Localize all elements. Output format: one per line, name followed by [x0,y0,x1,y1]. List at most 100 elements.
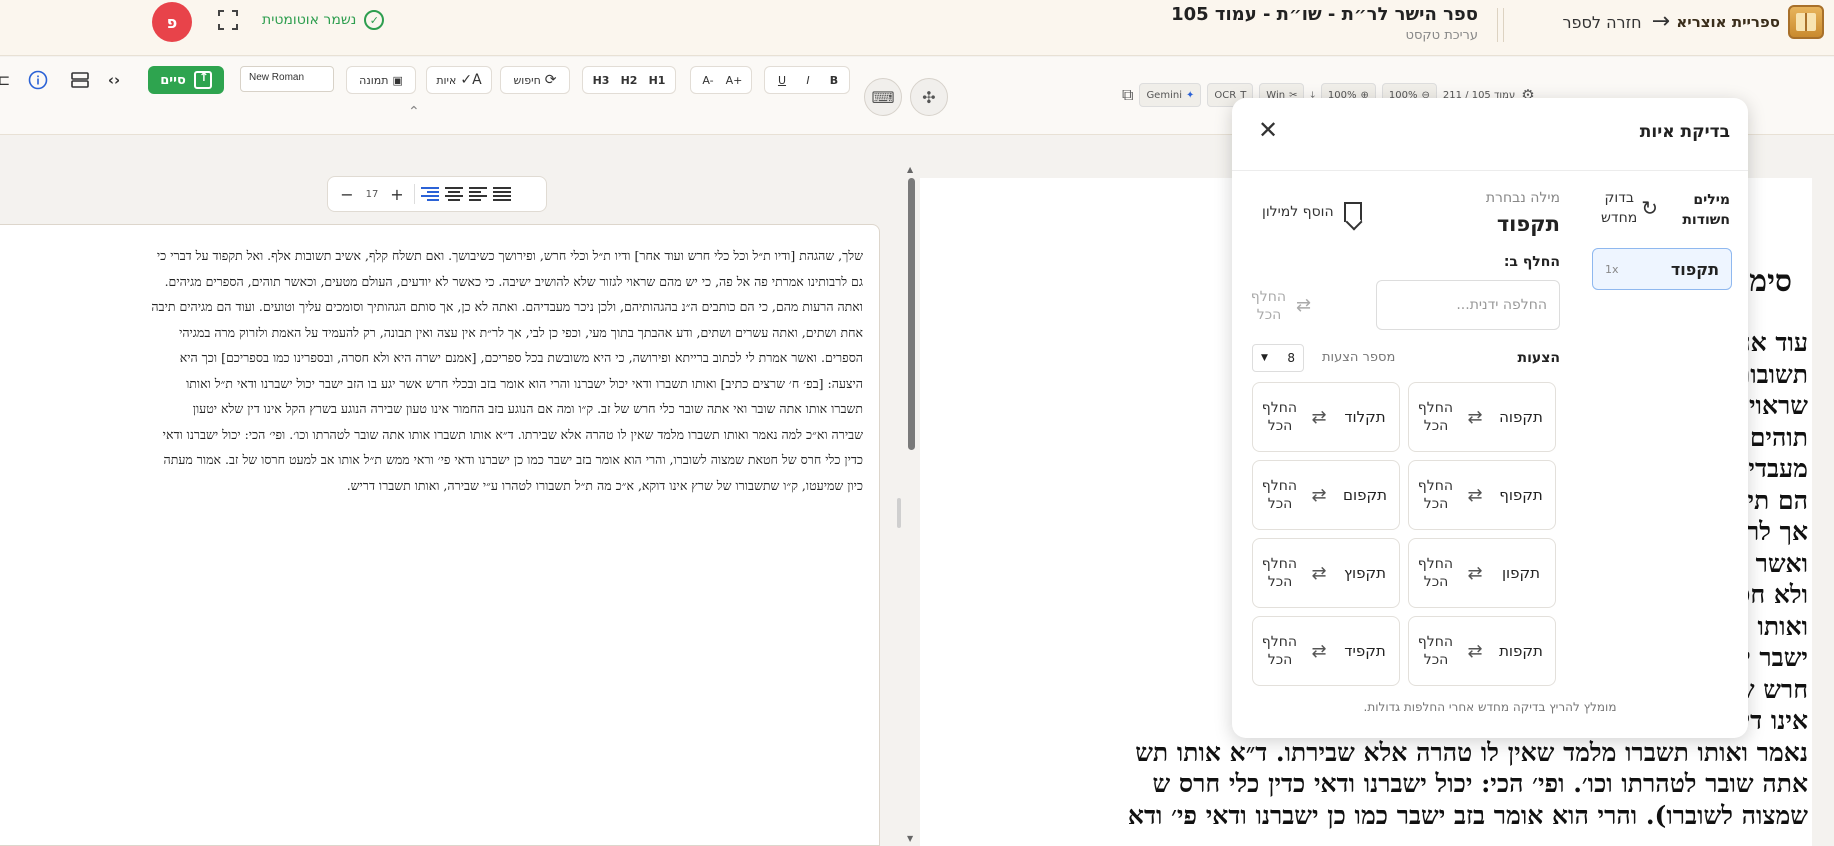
editor-line: כיון שמיעטו, ק״ו שתשבורו של שרץ אינו דוק… [346,477,863,493]
suggestion-word[interactable]: תקפום [1341,486,1389,504]
underline-button[interactable]: U [771,69,793,91]
swap-icon: ⇄ [1467,484,1483,506]
editor-content[interactable]: שלך, שהגהת [ודיו ת״ל וכל כלי חרש ועוד אח… [0,225,879,498]
h2-button[interactable]: H2 [617,69,641,91]
replace-all-button[interactable]: החלף הכל [1418,399,1453,435]
spellcheck-panel: בדיקת איות ✕ מילים חשודות ↻ בדוק מחדש תק… [1232,98,1748,738]
bookmark-add-icon [1343,202,1362,222]
collapse-toolbar-icon[interactable]: ⌃ [408,104,420,120]
editor-line: שבירה וא״כ למה נאמר ואותו תשברו מלמד שאי… [162,426,863,442]
manual-replace-all-button[interactable]: ⇄ החלף הכל [1251,288,1311,324]
heading-group: H3 H2 H1 [582,66,676,94]
suggestion-word[interactable]: תקפוה [1497,408,1545,426]
replace-all-button[interactable]: החלף הכל [1262,399,1297,435]
paragraph-format-bar: − 17 + [327,176,547,212]
panel-title: בדיקת איות [1639,122,1730,142]
replace-all-button[interactable]: החלף הכל [1418,633,1453,669]
ocr-label: OCR [1214,89,1237,101]
recheck-button[interactable]: ↻ בדוק מחדש [1601,188,1658,228]
scrollbar-thumb[interactable] [908,178,915,450]
back-to-book-label: חזרה לספר [1562,12,1642,32]
text-editor[interactable]: שלך, שהגהת [ודיו ת״ל וכל כלי חרש ועוד אח… [0,224,880,846]
text-style-group: U I B [764,66,850,94]
suggestion-card[interactable]: תקפום ⇄ החלף הכל [1252,460,1400,530]
gemini-label: Gemini [1146,89,1182,101]
autosave-label: נשמר אוטומטית [262,12,357,28]
font-increase-button[interactable]: A+ [723,69,745,91]
suggestion-card[interactable]: תקפיד ⇄ החלף הכל [1252,616,1400,686]
replace-all-button[interactable]: החלף הכל [1418,555,1453,591]
search-button[interactable]: ⟳ חיפוש [500,66,570,94]
brand[interactable]: ספריית אוצריא [1676,4,1824,40]
upload-icon [193,70,212,89]
gemini-button[interactable]: Gemini ✦ [1139,83,1202,107]
done-label: סיים [160,72,186,88]
suspicious-word-item[interactable]: תקפוד 1x [1592,248,1732,290]
image-button[interactable]: ▣ תמונה [346,66,416,94]
replace-all-button[interactable]: החלף הכל [1262,477,1297,513]
spellcheck-button[interactable]: A✓ איות [426,66,492,94]
autosave-status: ✓ נשמר אוטומטית [262,10,385,30]
keyboard-button[interactable]: ⌨ [864,78,902,116]
add-to-dictionary-button[interactable]: הוסף למילון [1262,202,1362,222]
suggestion-card[interactable]: תקפוף ⇄ החלף הכל [1408,460,1556,530]
layout-icon[interactable] [68,66,92,94]
scroll-up-icon[interactable]: ▲ [907,165,913,174]
manual-replace-input[interactable]: החלפה ידנית... [1376,280,1560,330]
suggestion-word[interactable]: תקפון [1497,564,1545,582]
suggestion-word[interactable]: תקפיד [1341,642,1389,660]
font-decrease-button[interactable]: A- [697,69,719,91]
done-button[interactable]: סיים [148,66,224,94]
suggestion-card[interactable]: תקפוץ ⇄ החלף הכל [1252,538,1400,608]
replace-all-button[interactable]: החלף הכל [1418,477,1453,513]
suggestion-card[interactable]: תקלוד ⇄ החלף הכל [1252,382,1400,452]
h3-button[interactable]: H3 [589,69,613,91]
editor-line: גם לרבותינו אמרתי פה אל פה, כי יש מהם שר… [164,273,863,289]
library-logo-icon [1788,5,1824,39]
page-subtitle: עריכת טקסט [1405,28,1478,43]
avatar[interactable]: פ [152,2,192,42]
h1-button[interactable]: H1 [645,69,669,91]
sidebar-toggle-icon[interactable]: ⊏ [0,66,10,94]
replace-all-button[interactable]: החלף הכל [1262,555,1297,591]
divider [414,184,415,204]
top-bar: ספריית אוצריא → חזרה לספר ספר הישר לר״ת … [0,0,1834,56]
align-justify-icon[interactable] [493,187,511,201]
font-family-field[interactable]: New Roman [240,66,334,92]
plus-icon[interactable]: + [386,183,408,205]
replace-all-button[interactable]: החלף הכל [1262,633,1297,669]
italic-button[interactable]: I [797,69,819,91]
info-icon[interactable] [26,66,50,94]
editor-line: הספרים. ואשר אמרת לי לכתוב ברייתא ופירוש… [179,350,863,365]
check-circle-icon: ✓ [364,10,385,30]
ai-tools-button[interactable]: ✣ [910,78,948,116]
refresh-icon: ↻ [1641,196,1658,220]
suggestion-word[interactable]: תקלוד [1341,408,1389,426]
suggestion-word[interactable]: תקפות [1497,642,1545,660]
ocr-area-icon[interactable]: ⧉ [1122,85,1133,105]
scroll-down-icon[interactable]: ▼ [907,834,913,843]
suggestion-word[interactable]: תקפוץ [1341,564,1389,582]
suggestion-card[interactable]: תקפון ⇄ החלף הכל [1408,538,1556,608]
align-left-icon[interactable] [469,187,487,201]
align-right-icon[interactable] [421,187,439,201]
panel-resize-handle[interactable] [897,498,901,528]
header-divider [1497,8,1498,42]
suspicious-word: תקפוד [1670,259,1719,279]
fullscreen-icon[interactable] [218,10,238,30]
back-to-book-button[interactable]: → חזרה לספר [1563,7,1671,37]
replace-with-caption: החלף ב: [1503,254,1560,270]
code-view-icon[interactable]: ‹› [102,66,126,94]
align-center-icon[interactable] [445,187,463,201]
suggestion-count-select[interactable]: ▼ 8 [1252,344,1304,372]
close-icon[interactable]: ✕ [1258,116,1278,144]
font-name-value: New Roman [249,72,305,83]
suggestion-card[interactable]: תקפוה ⇄ החלף הכל [1408,382,1556,452]
bold-button[interactable]: B [823,69,845,91]
recheck-note: מומלץ להריץ בדיקה מחדש אחרי החלפות גדולו… [1363,700,1617,714]
suggestion-card[interactable]: תקפות ⇄ החלף הכל [1408,616,1556,686]
document-title-block: ספר הישר לר״ת - שו״ת - עמוד 105 עריכת טק… [1171,4,1478,43]
swap-icon: ⇄ [1467,562,1483,584]
suggestion-word[interactable]: תקפוף [1497,486,1545,504]
minus-icon[interactable]: − [336,183,358,205]
